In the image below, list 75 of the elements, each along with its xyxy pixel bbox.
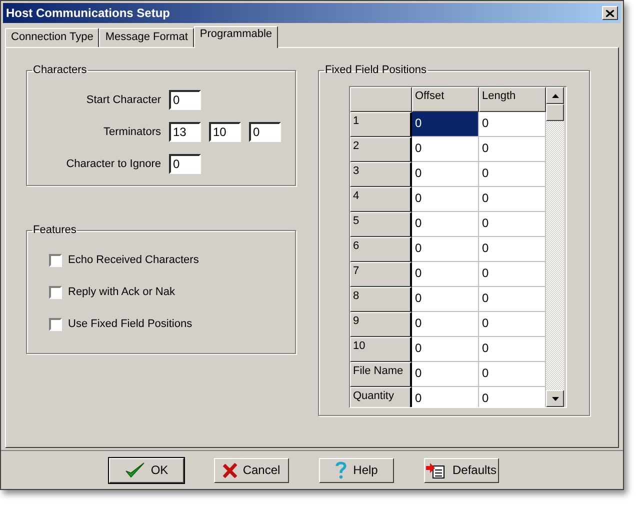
- document-arrow-icon: [426, 462, 446, 478]
- table-cell[interactable]: 0: [412, 237, 479, 262]
- row-header[interactable]: File Name: [350, 362, 412, 387]
- table-cell[interactable]: 0: [412, 362, 479, 387]
- column-header[interactable]: Offset: [412, 87, 479, 112]
- scroll-thumb[interactable]: [546, 104, 564, 121]
- start-character-field[interactable]: 0: [169, 90, 201, 110]
- field-label: Terminators: [102, 126, 161, 138]
- row-header[interactable]: 4: [350, 187, 412, 212]
- tab[interactable]: Message Format: [99, 28, 194, 47]
- question-mark-icon: [335, 461, 348, 479]
- group-title: Fixed Field Positions: [324, 64, 428, 76]
- table-cell[interactable]: 0: [412, 387, 479, 407]
- table-cell[interactable]: 0: [479, 137, 546, 162]
- row-header[interactable]: 10: [350, 337, 412, 362]
- table-cell[interactable]: 0: [479, 312, 546, 337]
- table-cell[interactable]: 0: [412, 137, 479, 162]
- table-cell[interactable]: 0: [412, 287, 479, 312]
- scroll-down-button[interactable]: [546, 390, 564, 407]
- ignore-character-field[interactable]: 0: [169, 154, 201, 174]
- checkbox[interactable]: [49, 318, 62, 330]
- terminator-field[interactable]: 13: [169, 122, 201, 142]
- table-cell[interactable]: 0: [479, 212, 546, 237]
- table-cell[interactable]: 0: [412, 162, 479, 187]
- scrollbar[interactable]: [546, 87, 564, 407]
- checkbox-label: Echo Received Characters: [68, 254, 199, 266]
- group-title: Characters: [32, 64, 88, 76]
- row-header[interactable]: 7: [350, 262, 412, 287]
- close-button[interactable]: [602, 6, 618, 20]
- table-cell[interactable]: 0: [479, 362, 546, 387]
- checkbox-label: Use Fixed Field Positions: [68, 318, 192, 330]
- checkmark-icon: [124, 462, 145, 478]
- tab[interactable]: Programmable: [194, 26, 278, 48]
- table-cell[interactable]: 0: [412, 212, 479, 237]
- row-header[interactable]: 2: [350, 137, 412, 162]
- field-label: Start Character: [85, 94, 161, 106]
- dialog-button[interactable]: Help: [319, 458, 394, 482]
- row-header[interactable]: 8: [350, 287, 412, 312]
- terminator-field[interactable]: 0: [249, 122, 281, 142]
- window-title: Host Communications Setup: [6, 6, 170, 20]
- group-title: Features: [32, 224, 78, 236]
- row-header[interactable]: 9: [350, 312, 412, 337]
- up-arrow-icon: [552, 94, 558, 98]
- terminator-field[interactable]: 10: [209, 122, 241, 142]
- table-cell[interactable]: 0: [412, 187, 479, 212]
- row-header[interactable]: 6: [350, 237, 412, 262]
- row-header[interactable]: 5: [350, 212, 412, 237]
- table-cell[interactable]: 0: [412, 262, 479, 287]
- checkbox[interactable]: [49, 254, 62, 266]
- cross-icon: [222, 462, 237, 478]
- dialog-button[interactable]: OK: [109, 458, 184, 482]
- checkbox-label: Reply with Ack or Nak: [68, 286, 175, 298]
- table-cell[interactable]: 0: [479, 287, 546, 312]
- row-header[interactable]: Quantity: [350, 387, 412, 407]
- field-label: Character to Ignore: [65, 158, 161, 170]
- down-arrow-icon: [552, 396, 558, 400]
- dialog-button[interactable]: Cancel: [214, 458, 289, 482]
- table-cell[interactable]: 0: [412, 337, 479, 362]
- close-icon: [606, 10, 614, 16]
- checkbox[interactable]: [49, 286, 62, 298]
- table-cell[interactable]: 0: [412, 312, 479, 337]
- table-cell[interactable]: 0: [412, 112, 479, 137]
- table-cell[interactable]: 0: [479, 187, 546, 212]
- table-cell[interactable]: 0: [479, 337, 546, 362]
- table-cell[interactable]: 0: [479, 112, 546, 137]
- table-cell[interactable]: 0: [479, 162, 546, 187]
- table-cell[interactable]: 0: [479, 262, 546, 287]
- scroll-up-button[interactable]: [546, 87, 564, 104]
- row-header[interactable]: 1: [350, 112, 412, 137]
- column-header[interactable]: Length: [479, 87, 546, 112]
- table-cell[interactable]: 0: [479, 237, 546, 262]
- table-cell[interactable]: 0: [479, 387, 546, 407]
- tab[interactable]: Connection Type: [5, 28, 100, 47]
- row-header[interactable]: 3: [350, 162, 412, 187]
- dialog-button[interactable]: Defaults: [424, 458, 499, 482]
